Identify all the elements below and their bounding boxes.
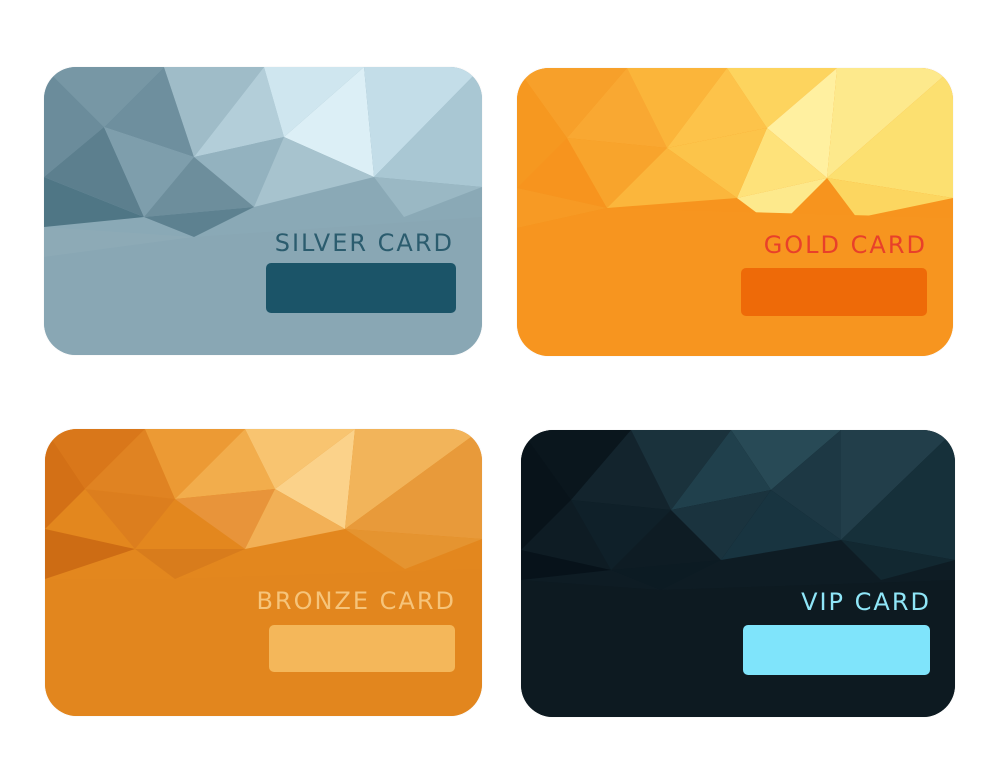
gold-card: GOLD CARD <box>517 68 953 356</box>
silver-card: SILVER CARD <box>44 67 482 355</box>
card-title: BRONZE CARD <box>256 587 456 615</box>
card-name-slot <box>269 625 455 672</box>
card-title: VIP CARD <box>801 588 931 616</box>
vip-card: VIP CARD <box>521 430 955 717</box>
card-set-canvas: SILVER CARD GOLD CARD BRONZE CARD VIP CA… <box>0 0 1000 780</box>
card-name-slot <box>743 625 930 675</box>
card-title: GOLD CARD <box>763 231 927 259</box>
card-name-slot <box>741 268 927 316</box>
card-name-slot <box>266 263 456 313</box>
card-title: SILVER CARD <box>274 229 454 257</box>
bronze-card-background <box>45 429 482 716</box>
bronze-card: BRONZE CARD <box>45 429 482 716</box>
